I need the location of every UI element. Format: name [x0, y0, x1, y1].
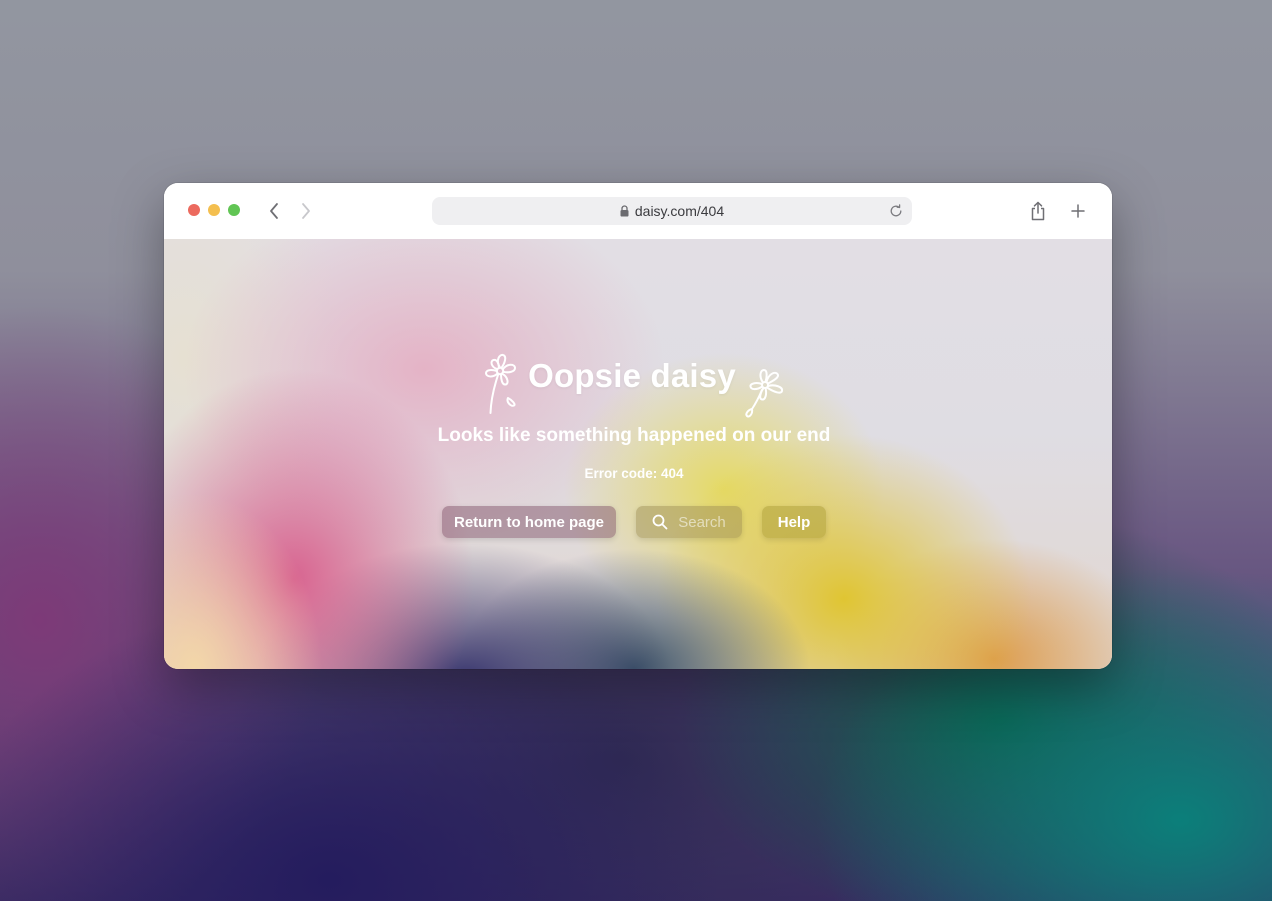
- lock-icon: [620, 205, 629, 217]
- error-code: Error code: 404: [584, 466, 684, 481]
- close-window-button[interactable]: [188, 204, 200, 216]
- help-button[interactable]: Help: [762, 506, 826, 538]
- error-subtitle: Looks like something happened on our end: [437, 425, 831, 446]
- reload-icon: [890, 204, 902, 217]
- chevron-left-icon: [270, 203, 278, 219]
- forward-button[interactable]: [295, 200, 317, 222]
- page-title: Oopsie daisy: [528, 357, 736, 394]
- search-icon: [652, 514, 668, 530]
- search-label: Search: [678, 513, 726, 531]
- search-button[interactable]: Search: [636, 506, 742, 538]
- help-label: Help: [777, 513, 811, 531]
- new-tab-button[interactable]: [1066, 199, 1090, 223]
- return-home-button[interactable]: Return to home page: [442, 506, 616, 538]
- address-bar[interactable]: daisy.com/404: [432, 197, 912, 225]
- share-button[interactable]: [1026, 199, 1050, 223]
- minimize-window-button[interactable]: [208, 204, 220, 216]
- share-icon: [1031, 201, 1045, 221]
- error-hero: Oopsie daisy Looks like something happen…: [164, 239, 1112, 669]
- page-content: Oopsie daisy Looks like something happen…: [164, 239, 1112, 669]
- maximize-window-button[interactable]: [228, 204, 240, 216]
- reload-button[interactable]: [888, 203, 904, 219]
- chevron-right-icon: [302, 203, 310, 219]
- return-home-label: Return to home page: [453, 513, 604, 531]
- daisy-flower-right-icon: [745, 369, 784, 418]
- browser-toolbar: daisy.com/404: [164, 183, 1112, 240]
- plus-icon: [1071, 204, 1085, 218]
- back-button[interactable]: [263, 200, 285, 222]
- url-text: daisy.com/404: [634, 203, 725, 219]
- browser-window: daisy.com/404 Oopsie daisy Looks like so…: [164, 183, 1112, 669]
